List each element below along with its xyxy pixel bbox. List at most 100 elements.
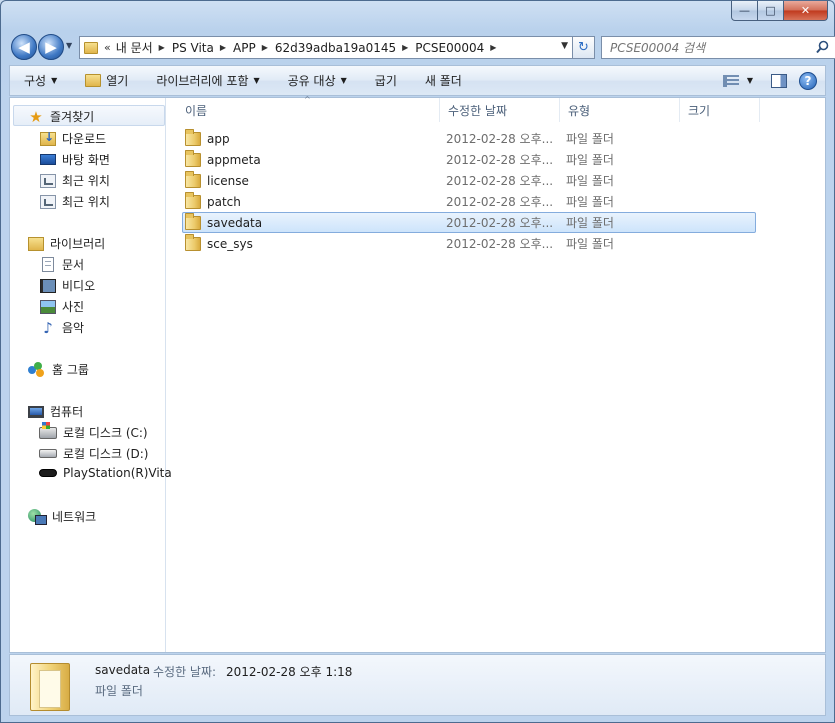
videos-icon: [40, 278, 56, 293]
help-icon[interactable]: ?: [799, 71, 817, 90]
breadcrumb-item[interactable]: 62d39adba19a0145: [275, 41, 396, 55]
file-modified: 2012-02-28 오후...: [446, 153, 554, 167]
file-name: patch: [207, 194, 241, 209]
include-library-button[interactable]: 라이브러리에 포함 ▼: [142, 66, 273, 95]
close-button[interactable]: ✕: [784, 1, 828, 21]
open-label: 열기: [106, 74, 129, 88]
sidebar-item-documents[interactable]: 문서: [40, 256, 84, 273]
sidebar-network[interactable]: 네트워크: [28, 508, 96, 525]
recent-pages-dropdown[interactable]: ▼: [66, 41, 72, 50]
chevron-right-icon[interactable]: ▶: [490, 43, 496, 52]
refresh-button[interactable]: ↻: [573, 36, 595, 59]
column-header-type[interactable]: 유형: [560, 98, 680, 122]
file-row[interactable]: appmeta 2012-02-28 오후... 파일 폴더: [182, 149, 756, 170]
file-modified: 2012-02-28 오후...: [446, 216, 554, 230]
address-overflow-button[interactable]: «: [104, 41, 111, 54]
file-type: 파일 폴더: [566, 174, 614, 188]
sidebar-item-drive-d[interactable]: 로컬 디스크 (D:): [39, 445, 148, 462]
chevron-right-icon[interactable]: ▶: [262, 43, 268, 52]
recent-places-icon: [40, 173, 56, 188]
new-folder-button[interactable]: 새 폴더: [411, 66, 476, 95]
sidebar-item-label: 문서: [62, 258, 85, 272]
open-folder-icon: [85, 74, 102, 87]
file-name: app: [207, 131, 230, 146]
sidebar-item-recent-places[interactable]: 최근 위치: [40, 193, 110, 210]
share-label: 공유 대상: [287, 74, 336, 88]
sidebar-item-downloads[interactable]: 다운로드: [40, 130, 106, 147]
minimize-button[interactable]: —: [731, 1, 758, 21]
sidebar-item-pictures[interactable]: 사진: [40, 298, 84, 315]
forward-button[interactable]: ▶: [38, 34, 64, 60]
chevron-right-icon[interactable]: ▶: [159, 43, 165, 52]
column-header-size[interactable]: 크기: [680, 98, 760, 122]
search-input[interactable]: [602, 37, 802, 58]
file-row[interactable]: app 2012-02-28 오후... 파일 폴더: [182, 128, 756, 149]
search-box[interactable]: [601, 36, 835, 59]
details-modified-value: 2012-02-28 오후 1:18: [226, 665, 353, 679]
burn-button[interactable]: 굽기: [361, 66, 411, 95]
folder-icon: [185, 212, 201, 230]
toolbar-right: ▼ ?: [713, 66, 825, 95]
sidebar-computer[interactable]: 컴퓨터: [28, 403, 83, 420]
file-row[interactable]: sce_sys 2012-02-28 오후... 파일 폴더: [182, 233, 756, 254]
view-options-chevron-icon[interactable]: ▼: [747, 76, 753, 85]
organize-button[interactable]: 구성 ▼: [10, 66, 71, 95]
music-icon: ♪: [43, 318, 53, 337]
search-icon[interactable]: [816, 40, 829, 54]
file-row[interactable]: license 2012-02-28 오후... 파일 폴더: [182, 170, 756, 191]
sidebar-item-label: 최근 위치: [62, 174, 110, 188]
open-button[interactable]: 열기: [71, 66, 142, 95]
file-name: appmeta: [207, 152, 261, 167]
sidebar-item-desktop[interactable]: 바탕 화면: [40, 151, 110, 168]
column-header-name[interactable]: 이름: [177, 98, 440, 122]
sidebar-item-label: 라이브러리: [50, 237, 106, 251]
sidebar-item-music[interactable]: ♪ 음악: [40, 319, 84, 336]
preview-pane-icon[interactable]: [771, 73, 787, 88]
sidebar-homegroup[interactable]: 홈 그룹: [28, 361, 89, 378]
folder-icon: [185, 170, 201, 188]
breadcrumb-item[interactable]: APP: [233, 41, 256, 55]
include-library-label: 라이브러리에 포함: [156, 74, 249, 88]
drive-d-icon: [39, 449, 57, 458]
new-folder-label: 새 폴더: [424, 74, 462, 88]
column-header-row: ^ 이름 수정한 날짜 유형 크기: [167, 95, 825, 122]
file-modified: 2012-02-28 오후...: [446, 132, 554, 146]
sidebar-favorites[interactable]: ★ 즐겨찾기: [28, 108, 94, 125]
folder-icon: [84, 41, 98, 54]
file-row[interactable]: patch 2012-02-28 오후... 파일 폴더: [182, 191, 756, 212]
column-header-label: 수정한 날짜: [448, 103, 508, 118]
burn-label: 굽기: [374, 74, 397, 88]
sidebar-libraries[interactable]: 라이브러리: [28, 235, 105, 252]
sidebar-item-label: 비디오: [62, 279, 96, 293]
column-header-modified[interactable]: 수정한 날짜: [440, 98, 560, 122]
breadcrumb-item[interactable]: PCSE00004: [415, 41, 484, 55]
chevron-right-icon[interactable]: ▶: [220, 43, 226, 52]
back-button[interactable]: ◀: [11, 34, 37, 60]
file-list: ^ 이름 수정한 날짜 유형 크기 app 2012-02-28 오후... 파…: [167, 95, 825, 652]
sidebar-item-drive-c[interactable]: 로컬 디스크 (C:): [39, 421, 148, 441]
address-history-dropdown[interactable]: ▼: [561, 41, 568, 51]
maximize-button[interactable]: □: [758, 1, 784, 21]
file-row-selected[interactable]: savedata 2012-02-28 오후... 파일 폴더: [182, 212, 756, 233]
breadcrumb-item[interactable]: PS Vita: [172, 41, 214, 55]
file-name: savedata: [207, 215, 263, 230]
details-modified-label: 수정한 날짜:: [153, 665, 217, 679]
refresh-icon: ↻: [578, 40, 589, 55]
sidebar-item-videos[interactable]: 비디오: [40, 277, 95, 294]
folder-icon: [185, 128, 201, 146]
folder-icon: [185, 149, 201, 167]
sidebar-item-vita[interactable]: PlayStation(R)Vita: [39, 466, 172, 480]
chevron-right-icon[interactable]: ▶: [402, 43, 408, 52]
address-bar[interactable]: « 내 문서 ▶ PS Vita ▶ APP ▶ 62d39adba19a0145 ▶ …: [79, 36, 573, 59]
file-type: 파일 폴더: [566, 195, 614, 209]
star-icon: ★: [29, 107, 43, 126]
sidebar-item-recent-places[interactable]: 최근 위치: [40, 172, 110, 189]
file-modified: 2012-02-28 오후...: [446, 174, 554, 188]
change-view-icon[interactable]: [722, 74, 739, 87]
computer-icon: [28, 405, 44, 418]
file-name: license: [207, 173, 249, 188]
share-button[interactable]: 공유 대상 ▼: [274, 66, 361, 95]
folder-icon: [185, 233, 201, 251]
details-name: savedata: [95, 663, 151, 677]
breadcrumb-item[interactable]: 내 문서: [116, 39, 153, 56]
